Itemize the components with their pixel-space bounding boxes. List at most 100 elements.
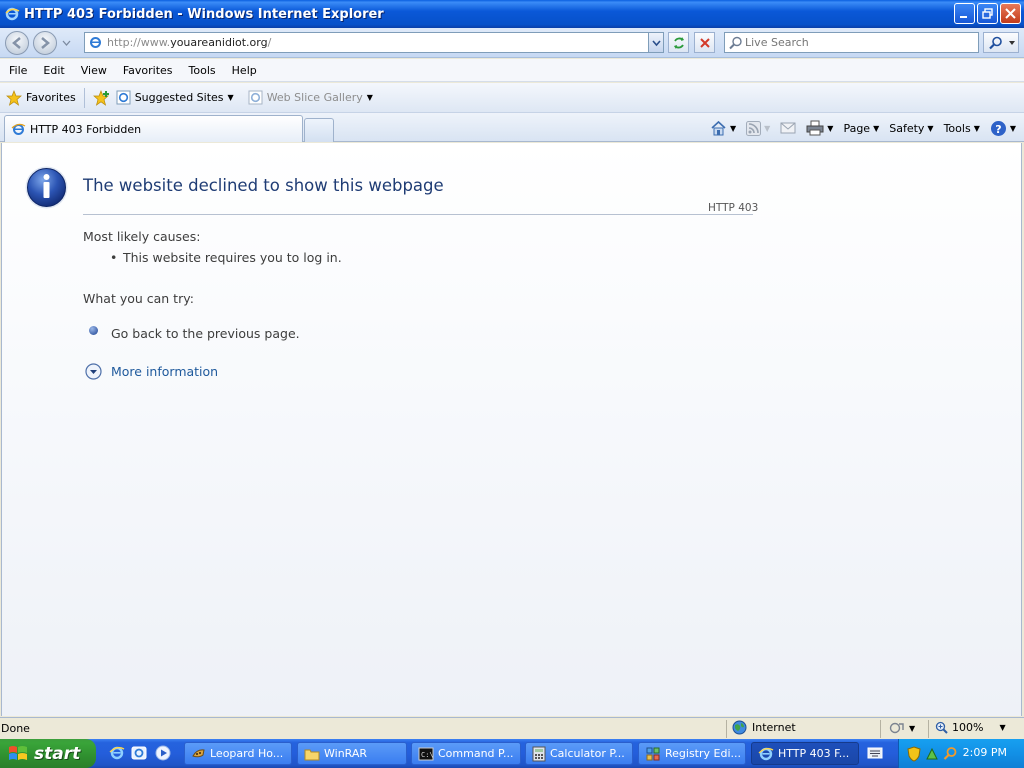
recent-pages-chevron-icon[interactable] bbox=[62, 39, 71, 47]
web-slice-gallery-link[interactable]: Web Slice Gallery ▼ bbox=[248, 90, 373, 105]
task-registry-editor[interactable]: Registry Edi... bbox=[638, 742, 746, 765]
home-button[interactable]: ▼ bbox=[710, 120, 736, 136]
keyboard-icon bbox=[867, 747, 883, 759]
task-label: Registry Edi... bbox=[665, 747, 742, 760]
security-zone-label: Internet bbox=[752, 721, 796, 734]
task-label: Calculator P... bbox=[550, 747, 625, 760]
task-http-403[interactable]: HTTP 403 F... bbox=[751, 742, 859, 765]
ie-icon bbox=[109, 746, 125, 760]
protected-mode-indicator[interactable]: ▼ bbox=[889, 721, 915, 735]
menu-help[interactable]: Help bbox=[223, 64, 264, 77]
help-chevron-icon[interactable]: ▼ bbox=[1010, 124, 1016, 133]
status-separator bbox=[928, 720, 929, 738]
refresh-button[interactable] bbox=[668, 32, 689, 53]
web-slice-gallery-label: Web Slice Gallery bbox=[266, 91, 363, 104]
windows-logo-icon bbox=[9, 746, 27, 760]
tab-http-403[interactable]: HTTP 403 Forbidden bbox=[4, 115, 303, 142]
forward-arrow-icon bbox=[41, 37, 50, 49]
web-slice-chevron-icon[interactable]: ▼ bbox=[367, 93, 373, 102]
page-menu[interactable]: Page ▼ bbox=[843, 122, 879, 135]
safety-menu[interactable]: Safety ▼ bbox=[889, 122, 933, 135]
tools-menu[interactable]: Tools ▼ bbox=[944, 122, 980, 135]
forward-button[interactable] bbox=[33, 31, 57, 55]
task-command-prompt[interactable]: C:\ Command P... bbox=[411, 742, 521, 765]
zoom-icon bbox=[935, 721, 948, 734]
menu-file[interactable]: File bbox=[0, 64, 34, 77]
home-chevron-icon[interactable]: ▼ bbox=[730, 124, 736, 133]
quicklaunch-ie[interactable] bbox=[108, 744, 126, 762]
page-chevron-icon: ▼ bbox=[873, 123, 880, 133]
address-field[interactable]: http://www. youareanidiot.org / bbox=[84, 32, 664, 53]
start-button[interactable]: start bbox=[0, 739, 96, 768]
task-label: HTTP 403 F... bbox=[778, 747, 850, 760]
new-tab-button[interactable] bbox=[304, 118, 334, 142]
back-button[interactable] bbox=[5, 31, 29, 55]
feeds-button[interactable]: ▼ bbox=[746, 120, 770, 136]
error-code: HTTP 403 bbox=[708, 202, 759, 214]
search-options-chevron-icon[interactable] bbox=[1008, 39, 1016, 47]
command-bar: ▼ ▼ ▼ Page ▼ Safety ▼ Tools ▼ ? ▼ bbox=[700, 117, 1016, 139]
favorites-separator bbox=[83, 87, 85, 108]
more-information-link[interactable]: More information bbox=[111, 364, 218, 379]
suggested-sites-link[interactable]: Suggested Sites ▼ bbox=[116, 90, 234, 105]
stop-button[interactable] bbox=[694, 32, 715, 53]
menu-edit[interactable]: Edit bbox=[34, 64, 71, 77]
taskbar: start Leopard Ho... WinRAR C:\ Command P… bbox=[0, 739, 1024, 768]
refresh-icon bbox=[673, 36, 684, 49]
print-chevron-icon[interactable]: ▼ bbox=[827, 124, 833, 133]
favorites-button[interactable]: Favorites bbox=[6, 89, 76, 106]
try-bullet-icon bbox=[89, 326, 98, 335]
menu-view[interactable]: View bbox=[72, 64, 114, 77]
calculator-icon bbox=[532, 746, 546, 761]
search-tray-icon[interactable] bbox=[943, 746, 958, 761]
address-dropdown-button[interactable] bbox=[648, 33, 663, 52]
print-button[interactable]: ▼ bbox=[806, 120, 833, 136]
tools-chevron-icon: ▼ bbox=[973, 123, 980, 133]
close-button[interactable] bbox=[1000, 3, 1021, 24]
read-mail-button[interactable] bbox=[780, 121, 796, 135]
protected-mode-chevron-icon[interactable]: ▼ bbox=[909, 724, 915, 733]
search-icon bbox=[729, 36, 742, 50]
search-button[interactable] bbox=[983, 32, 1019, 53]
menu-favorites[interactable]: Favorites bbox=[114, 64, 180, 77]
stop-icon bbox=[699, 37, 710, 48]
suggested-sites-icon bbox=[116, 90, 131, 105]
tab-row: HTTP 403 Forbidden ▼ ▼ ▼ Page ▼ Safety ▼ T… bbox=[0, 113, 1024, 142]
help-button[interactable]: ? ▼ bbox=[990, 120, 1016, 137]
task-leopard[interactable]: Leopard Ho... bbox=[184, 742, 292, 765]
command-prompt-icon: C:\ bbox=[418, 747, 434, 760]
search-field[interactable] bbox=[724, 32, 979, 53]
search-input[interactable] bbox=[745, 36, 965, 49]
rss-feed-icon bbox=[746, 120, 762, 136]
security-zone[interactable]: Internet bbox=[732, 720, 796, 735]
favorites-label: Favorites bbox=[26, 91, 76, 104]
media-player-icon bbox=[155, 745, 171, 761]
menu-tools[interactable]: Tools bbox=[180, 64, 223, 77]
quicklaunch-ie-alt[interactable] bbox=[130, 744, 148, 762]
go-back-item: Go back to the previous page. bbox=[111, 326, 300, 341]
restore-icon bbox=[982, 8, 993, 19]
help-icon: ? bbox=[990, 120, 1006, 136]
folder-icon bbox=[304, 749, 320, 760]
suggested-sites-chevron-icon[interactable]: ▼ bbox=[228, 93, 234, 102]
status-text: Done bbox=[1, 722, 30, 735]
add-to-favorites-icon[interactable] bbox=[92, 89, 110, 106]
zoom-chevron-icon[interactable]: ▼ bbox=[999, 723, 1005, 732]
task-label: WinRAR bbox=[324, 747, 368, 760]
expand-chevron-icon[interactable] bbox=[85, 363, 102, 380]
clock[interactable]: 2:09 PM bbox=[963, 746, 1007, 759]
language-bar-keyboard[interactable] bbox=[866, 744, 884, 762]
network-icon[interactable] bbox=[925, 747, 939, 761]
security-shield-icon[interactable] bbox=[907, 745, 921, 762]
feeds-chevron-icon[interactable]: ▼ bbox=[764, 124, 770, 133]
chevron-down-icon bbox=[651, 39, 661, 46]
svg-text:C:\: C:\ bbox=[421, 751, 434, 759]
restore-button[interactable] bbox=[977, 3, 998, 24]
window-titlebar: HTTP 403 Forbidden - Windows Internet Ex… bbox=[0, 0, 1024, 28]
task-calculator[interactable]: Calculator P... bbox=[525, 742, 633, 765]
quicklaunch-media-player[interactable] bbox=[154, 744, 172, 762]
zoom-control[interactable]: 100% ▼ bbox=[935, 721, 1006, 734]
minimize-button[interactable] bbox=[954, 3, 975, 24]
task-winrar[interactable]: WinRAR bbox=[297, 742, 407, 765]
system-tray: 2:09 PM bbox=[898, 739, 1024, 768]
